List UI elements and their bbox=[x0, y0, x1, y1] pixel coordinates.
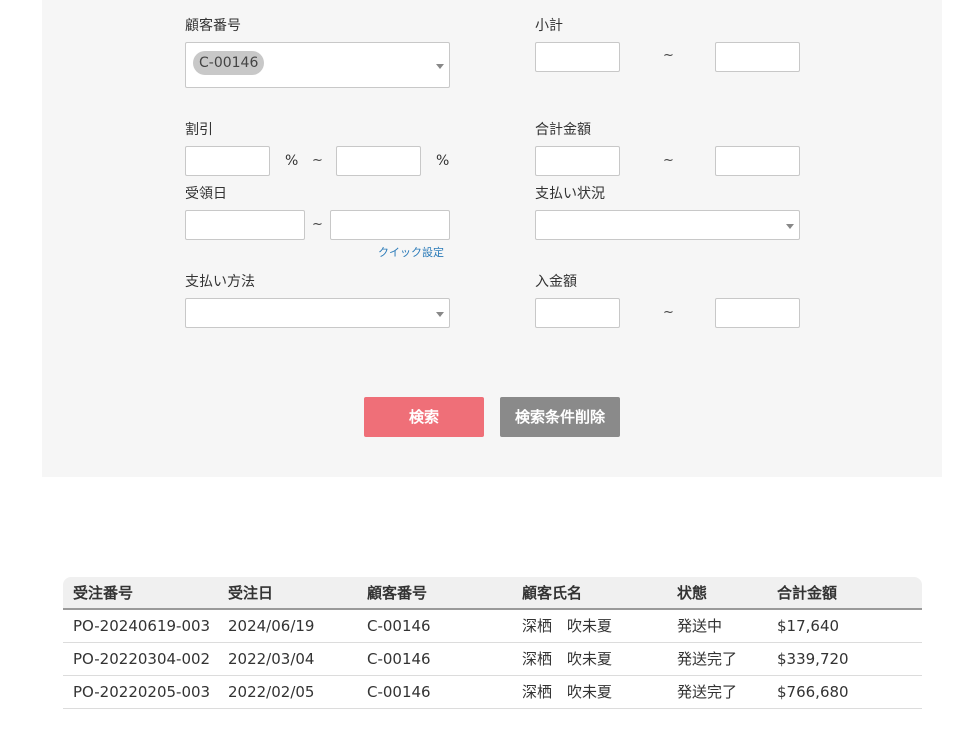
discount-min-input[interactable] bbox=[185, 146, 270, 176]
chevron-down-icon bbox=[436, 64, 444, 69]
status-cell: 発送完了 bbox=[677, 650, 738, 668]
customer-no-cell: C-00146 bbox=[367, 683, 431, 701]
deposit-amount-max-input[interactable] bbox=[715, 298, 800, 328]
discount-label: 割引 bbox=[185, 122, 213, 138]
total-amount-max-input[interactable] bbox=[715, 146, 800, 176]
search-panel bbox=[42, 0, 942, 477]
subtotal-min-input[interactable] bbox=[535, 42, 620, 72]
total-amount-separator: ~ bbox=[663, 153, 674, 168]
customer-name-cell: 深栖 吹未夏 bbox=[522, 650, 613, 668]
customer-no-cell: C-00146 bbox=[367, 617, 431, 635]
received-date-to-input[interactable] bbox=[330, 210, 450, 240]
total-amount-label: 合計金額 bbox=[535, 122, 591, 138]
clear-conditions-button[interactable]: 検索条件削除 bbox=[500, 397, 620, 437]
payment-method-label: 支払い方法 bbox=[185, 274, 255, 290]
search-button[interactable]: 検索 bbox=[364, 397, 484, 437]
customer-name-cell: 深栖 吹未夏 bbox=[522, 683, 613, 701]
payment-status-select[interactable] bbox=[535, 210, 800, 240]
order-no-link[interactable]: PO-20220205-003 bbox=[73, 676, 210, 709]
customer-no-label: 顧客番号 bbox=[185, 18, 241, 34]
discount-max-input[interactable] bbox=[336, 146, 421, 176]
status-cell: 発送中 bbox=[677, 617, 723, 635]
header-customer-name[interactable]: 顧客氏名 bbox=[522, 577, 582, 610]
discount-min-unit: % bbox=[285, 153, 299, 169]
header-total[interactable]: 合計金額 bbox=[777, 577, 837, 610]
table-row[interactable]: PO-20240619-003 2024/06/19 C-00146 深栖 吹未… bbox=[63, 610, 922, 643]
table-row[interactable]: PO-20220205-003 2022/02/05 C-00146 深栖 吹未… bbox=[63, 676, 922, 709]
subtotal-label: 小計 bbox=[535, 18, 563, 34]
chevron-down-icon bbox=[436, 312, 444, 317]
payment-method-select[interactable] bbox=[185, 298, 450, 328]
customer-name-cell: 深栖 吹未夏 bbox=[522, 617, 613, 635]
quick-setting-link[interactable]: クイック設定 bbox=[378, 246, 444, 260]
customer-no-cell: C-00146 bbox=[367, 650, 431, 668]
deposit-amount-label: 入金額 bbox=[535, 274, 577, 290]
total-cell: $17,640 bbox=[777, 617, 840, 635]
discount-separator: ~ bbox=[312, 153, 323, 168]
deposit-amount-min-input[interactable] bbox=[535, 298, 620, 328]
order-no-link[interactable]: PO-20240619-003 bbox=[73, 610, 210, 643]
received-date-label: 受領日 bbox=[185, 186, 227, 202]
table-header: 受注番号 受注日 顧客番号 顧客氏名 状態 合計金額 bbox=[63, 577, 922, 610]
discount-max-unit: % bbox=[436, 153, 450, 169]
header-order-no[interactable]: 受注番号 bbox=[73, 577, 133, 610]
status-cell: 発送完了 bbox=[677, 683, 738, 701]
order-date-cell: 2022/02/05 bbox=[228, 683, 315, 701]
total-cell: $339,720 bbox=[777, 650, 849, 668]
header-customer-no[interactable]: 顧客番号 bbox=[367, 577, 427, 610]
order-date-cell: 2024/06/19 bbox=[228, 617, 315, 635]
order-no-link[interactable]: PO-20220304-002 bbox=[73, 643, 210, 676]
deposit-amount-separator: ~ bbox=[663, 305, 674, 320]
subtotal-separator: ~ bbox=[663, 48, 674, 63]
total-cell: $766,680 bbox=[777, 683, 849, 701]
chevron-down-icon bbox=[786, 224, 794, 229]
order-date-cell: 2022/03/04 bbox=[228, 650, 315, 668]
received-date-separator: ~ bbox=[312, 217, 323, 232]
orders-table: 受注番号 受注日 顧客番号 顧客氏名 状態 合計金額 PO-20240619-0… bbox=[63, 577, 922, 709]
header-status[interactable]: 状態 bbox=[677, 577, 707, 610]
received-date-from-input[interactable] bbox=[185, 210, 305, 240]
payment-status-label: 支払い状況 bbox=[535, 186, 605, 202]
header-order-date[interactable]: 受注日 bbox=[228, 577, 273, 610]
table-row[interactable]: PO-20220304-002 2022/03/04 C-00146 深栖 吹未… bbox=[63, 643, 922, 676]
customer-no-chip[interactable]: C-00146 bbox=[193, 51, 265, 75]
subtotal-max-input[interactable] bbox=[715, 42, 800, 72]
customer-no-select[interactable]: C-00146 bbox=[185, 42, 450, 88]
total-amount-min-input[interactable] bbox=[535, 146, 620, 176]
